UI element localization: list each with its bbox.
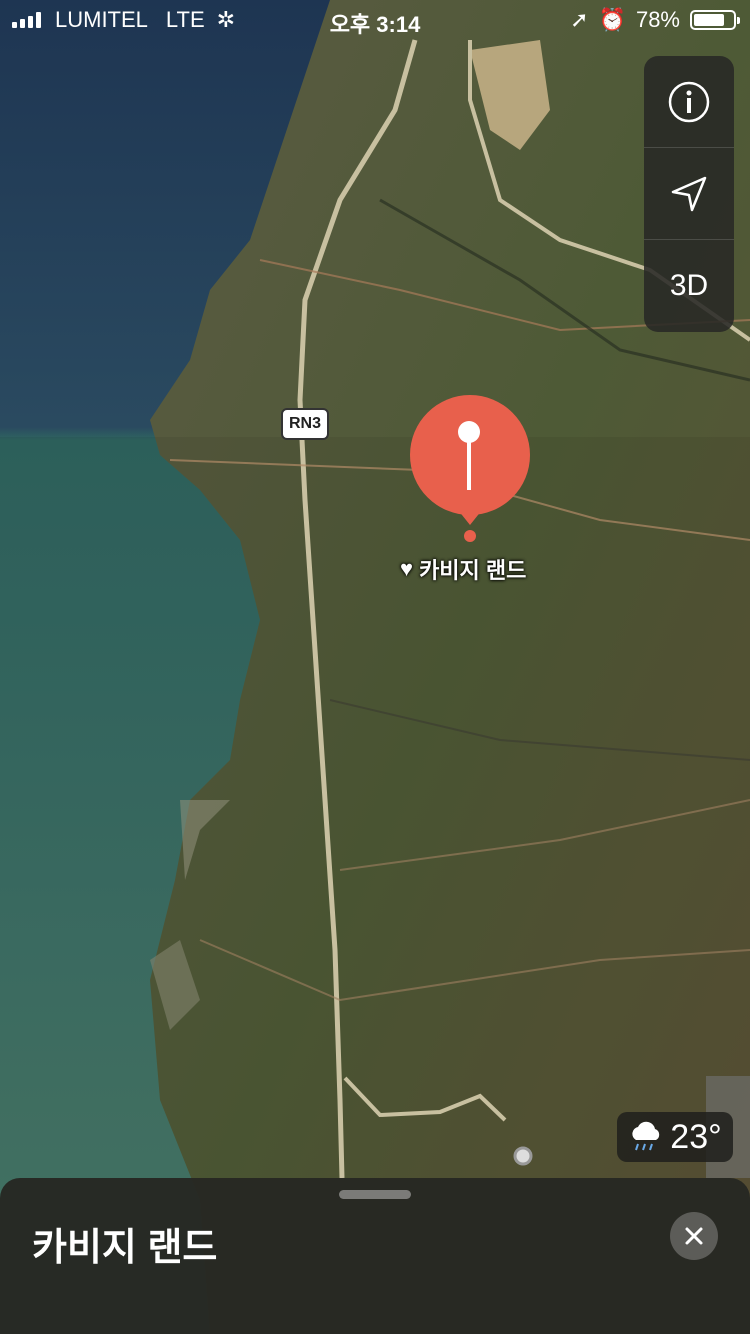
sheet-grabber[interactable] [339, 1190, 411, 1199]
location-services-icon: ➚ [570, 7, 589, 32]
close-icon [685, 1227, 703, 1245]
map-controls: 3D [644, 56, 734, 332]
user-location-dot [513, 1146, 533, 1166]
track-location-button[interactable] [644, 148, 734, 240]
info-icon [668, 81, 710, 122]
location-arrow-icon [671, 176, 707, 211]
pin-label-text: 카비지 랜드 [419, 558, 527, 583]
battery-icon [690, 10, 740, 30]
info-button[interactable] [644, 56, 734, 148]
status-bar: LUMITEL LTE ✲ 오후 3:14 ➚ ⏰ 78% [0, 0, 750, 40]
road-shield-rn3: RN3 [281, 408, 329, 440]
3d-button[interactable]: 3D [644, 240, 734, 332]
place-title: 카비지 랜드 [32, 1227, 218, 1269]
temperature: 23° [670, 1117, 722, 1156]
rain-cloud-icon [632, 1121, 660, 1151]
weather-badge[interactable]: 23° [617, 1112, 733, 1162]
battery-percentage: 78% [635, 7, 680, 32]
pin-label[interactable]: ♥ 카비지 랜드 [400, 554, 526, 584]
alarm-icon: ⏰ [598, 7, 626, 32]
place-card[interactable]: 카비지 랜드 [0, 1178, 750, 1334]
heart-icon: ♥ [400, 556, 414, 581]
close-button[interactable] [670, 1212, 718, 1260]
